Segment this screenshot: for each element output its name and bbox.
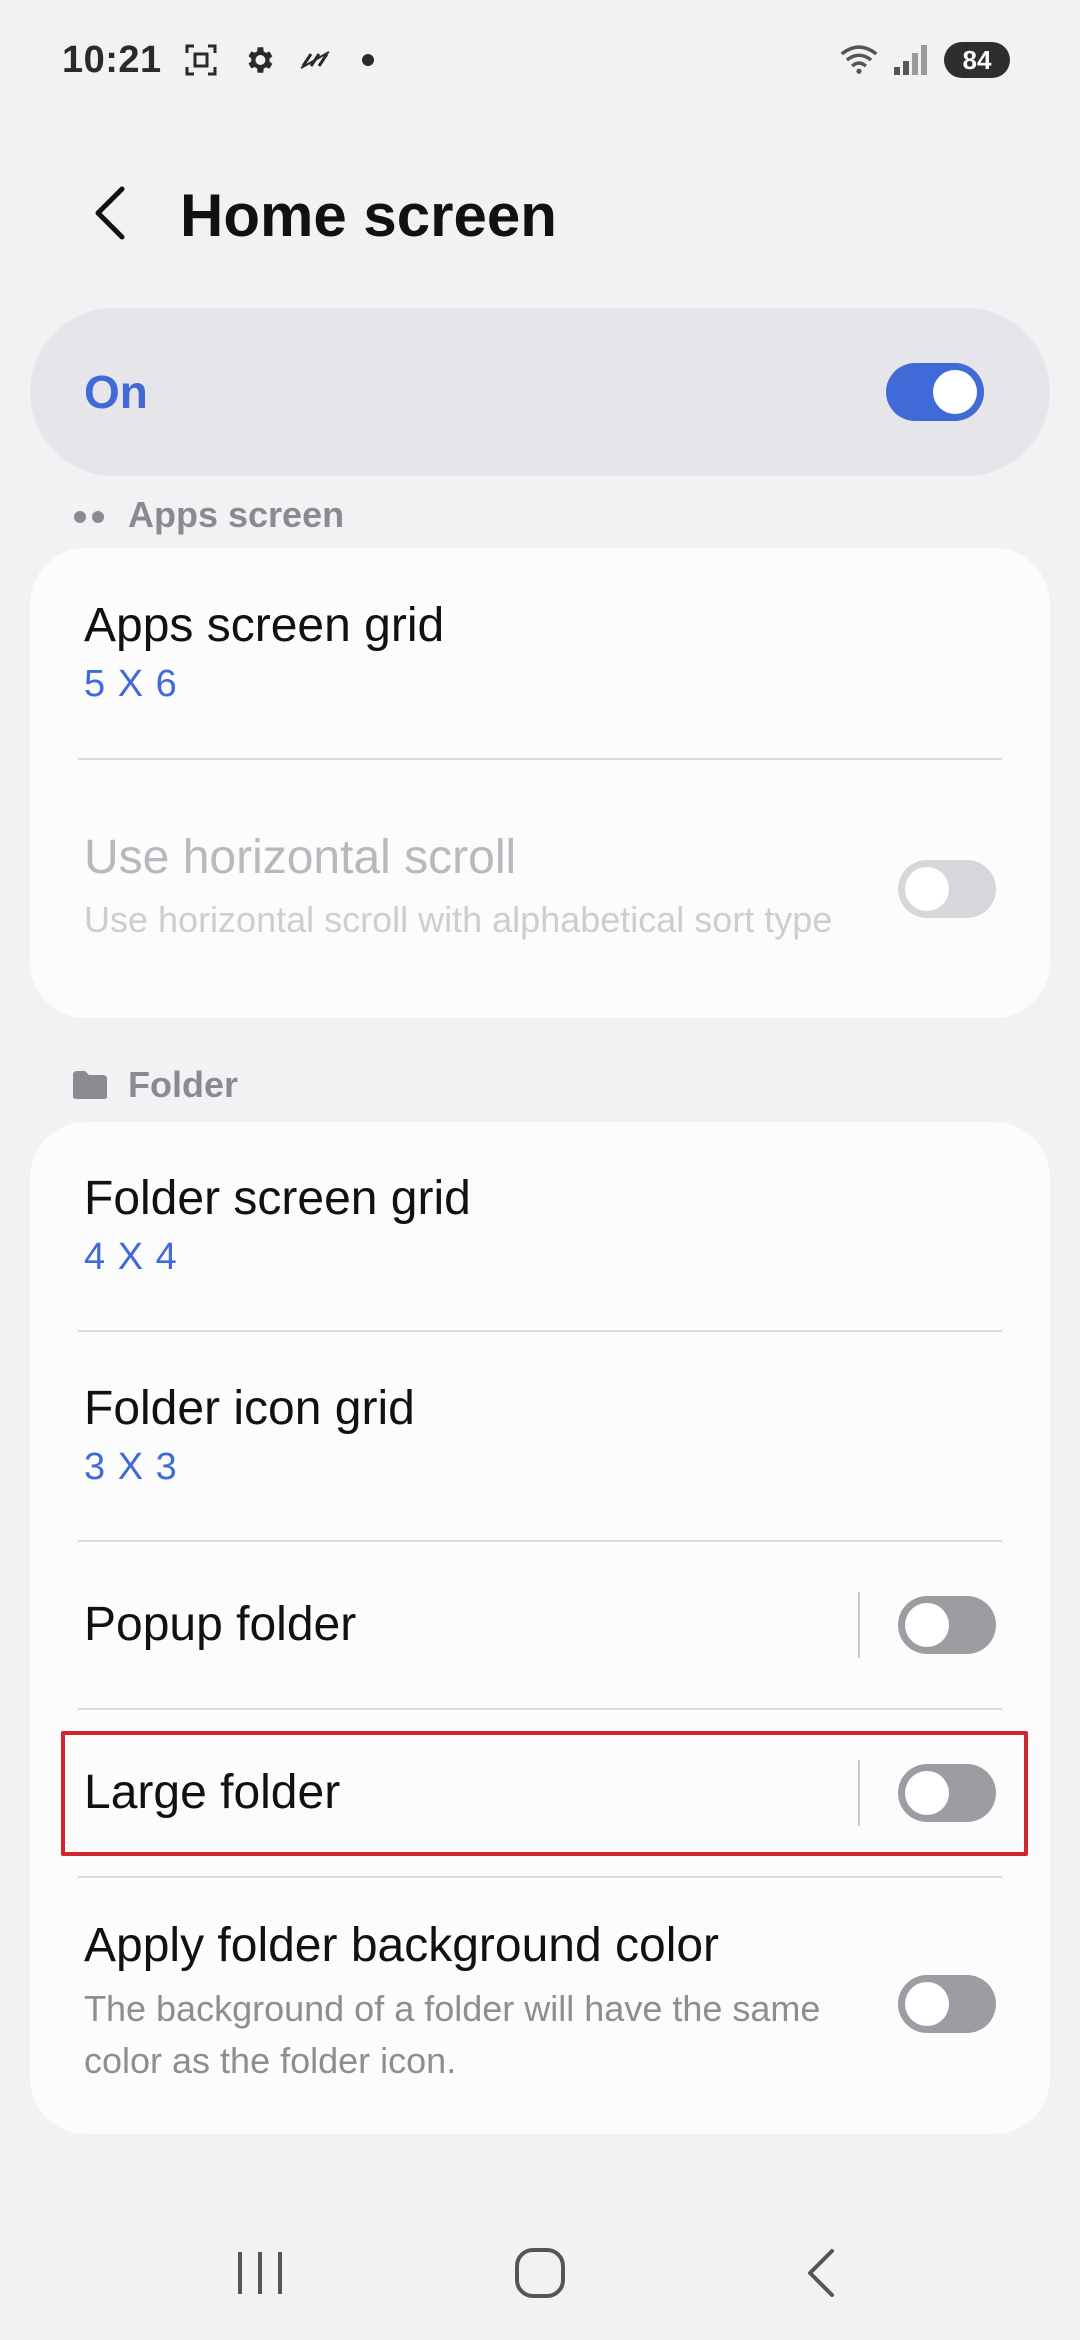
toggle-knob bbox=[933, 370, 977, 414]
nav-back-button[interactable] bbox=[760, 2225, 880, 2325]
setting-row-large-folder[interactable]: Large folder bbox=[30, 1710, 1050, 1876]
setting-text: Folder icon grid 3 X 3 bbox=[84, 1382, 415, 1489]
status-bar: 10:21 84 bbox=[0, 0, 1080, 120]
no-data-icon bbox=[298, 41, 336, 79]
wifi-icon bbox=[840, 41, 878, 79]
folder-card: Folder screen grid 4 X 4 Folder icon gri… bbox=[30, 1122, 1050, 2134]
home-button[interactable] bbox=[480, 2225, 600, 2325]
section-title-folder: Folder bbox=[128, 1064, 239, 1105]
apps-screen-card: Apps screen grid 5 X 6 Use horizontal sc… bbox=[30, 548, 1050, 1018]
master-switch-row[interactable]: On bbox=[30, 308, 1050, 476]
back-arrow-icon bbox=[86, 183, 134, 248]
master-toggle[interactable] bbox=[886, 363, 984, 421]
right-controls bbox=[858, 1760, 996, 1826]
right-controls bbox=[858, 1592, 996, 1658]
toggle-knob bbox=[905, 1982, 949, 2026]
apps-dots-icon bbox=[70, 495, 110, 535]
navigation-bar bbox=[0, 2210, 1080, 2340]
setting-text: Popup folder bbox=[84, 1597, 357, 1652]
setting-title: Popup folder bbox=[84, 1597, 357, 1651]
settings-gear-icon bbox=[240, 41, 278, 79]
setting-row-popup-folder[interactable]: Popup folder bbox=[30, 1542, 1050, 1708]
setting-title: Apps screen grid bbox=[84, 599, 445, 653]
setting-text: Apps screen grid 5 X 6 bbox=[84, 599, 445, 706]
setting-value: 4 X 4 bbox=[84, 1235, 178, 1278]
setting-title: Large folder bbox=[84, 1765, 341, 1819]
setting-description: Use horizontal scroll with alphabetical … bbox=[84, 899, 833, 941]
screenshot-icon bbox=[182, 41, 220, 79]
folder-icon bbox=[70, 1065, 110, 1105]
notification-dot-icon bbox=[361, 54, 374, 66]
horizontal-scroll-toggle[interactable] bbox=[898, 860, 996, 918]
folder-background-color-toggle[interactable] bbox=[898, 1975, 996, 2033]
setting-text: Folder screen grid 4 X 4 bbox=[84, 1172, 471, 1279]
setting-title: Apply folder background color bbox=[84, 1919, 720, 1973]
setting-text: Apply folder background color The backgr… bbox=[84, 1920, 864, 2087]
setting-value: 5 X 6 bbox=[84, 662, 178, 705]
header: Home screen bbox=[0, 150, 1080, 280]
toggle-knob bbox=[905, 867, 949, 911]
setting-text: Large folder bbox=[84, 1765, 341, 1820]
large-folder-toggle[interactable] bbox=[898, 1764, 996, 1822]
status-right: 84 bbox=[840, 41, 1010, 79]
toggle-knob bbox=[905, 1771, 949, 1815]
popup-folder-toggle[interactable] bbox=[898, 1596, 996, 1654]
setting-title: Folder icon grid bbox=[84, 1382, 415, 1436]
section-title-apps-screen: Apps screen bbox=[128, 494, 345, 535]
status-left: 10:21 bbox=[62, 39, 374, 82]
recents-icon bbox=[234, 2248, 286, 2303]
section-header-apps-screen: Apps screen bbox=[70, 494, 344, 536]
section-header-folder: Folder bbox=[70, 1064, 238, 1106]
setting-description: The background of a folder will have the… bbox=[84, 1988, 821, 2082]
setting-row-apps-screen-grid[interactable]: Apps screen grid 5 X 6 bbox=[30, 548, 1050, 758]
setting-title: Folder screen grid bbox=[84, 1172, 471, 1226]
home-icon bbox=[512, 2245, 568, 2306]
master-switch-label: On bbox=[84, 366, 148, 418]
setting-row-apply-folder-background-color[interactable]: Apply folder background color The backgr… bbox=[30, 1878, 1050, 2130]
vertical-separator bbox=[858, 1592, 860, 1658]
recents-button[interactable] bbox=[200, 2225, 320, 2325]
status-time: 10:21 bbox=[62, 38, 162, 81]
setting-title: Use horizontal scroll bbox=[84, 830, 517, 884]
setting-row-folder-icon-grid[interactable]: Folder icon grid 3 X 3 bbox=[30, 1332, 1050, 1540]
back-button[interactable] bbox=[50, 155, 170, 275]
vertical-separator bbox=[858, 1760, 860, 1826]
setting-text: Use horizontal scroll Use horizontal scr… bbox=[84, 830, 833, 947]
battery-level: 84 bbox=[944, 42, 1010, 78]
setting-row-use-horizontal-scroll[interactable]: Use horizontal scroll Use horizontal scr… bbox=[30, 760, 1050, 1018]
signal-icon bbox=[892, 41, 930, 79]
page-title: Home screen bbox=[180, 181, 557, 249]
toggle-knob bbox=[905, 1603, 949, 1647]
setting-row-folder-screen-grid[interactable]: Folder screen grid 4 X 4 bbox=[30, 1122, 1050, 1330]
setting-value: 3 X 3 bbox=[84, 1445, 178, 1488]
back-icon bbox=[800, 2245, 840, 2306]
